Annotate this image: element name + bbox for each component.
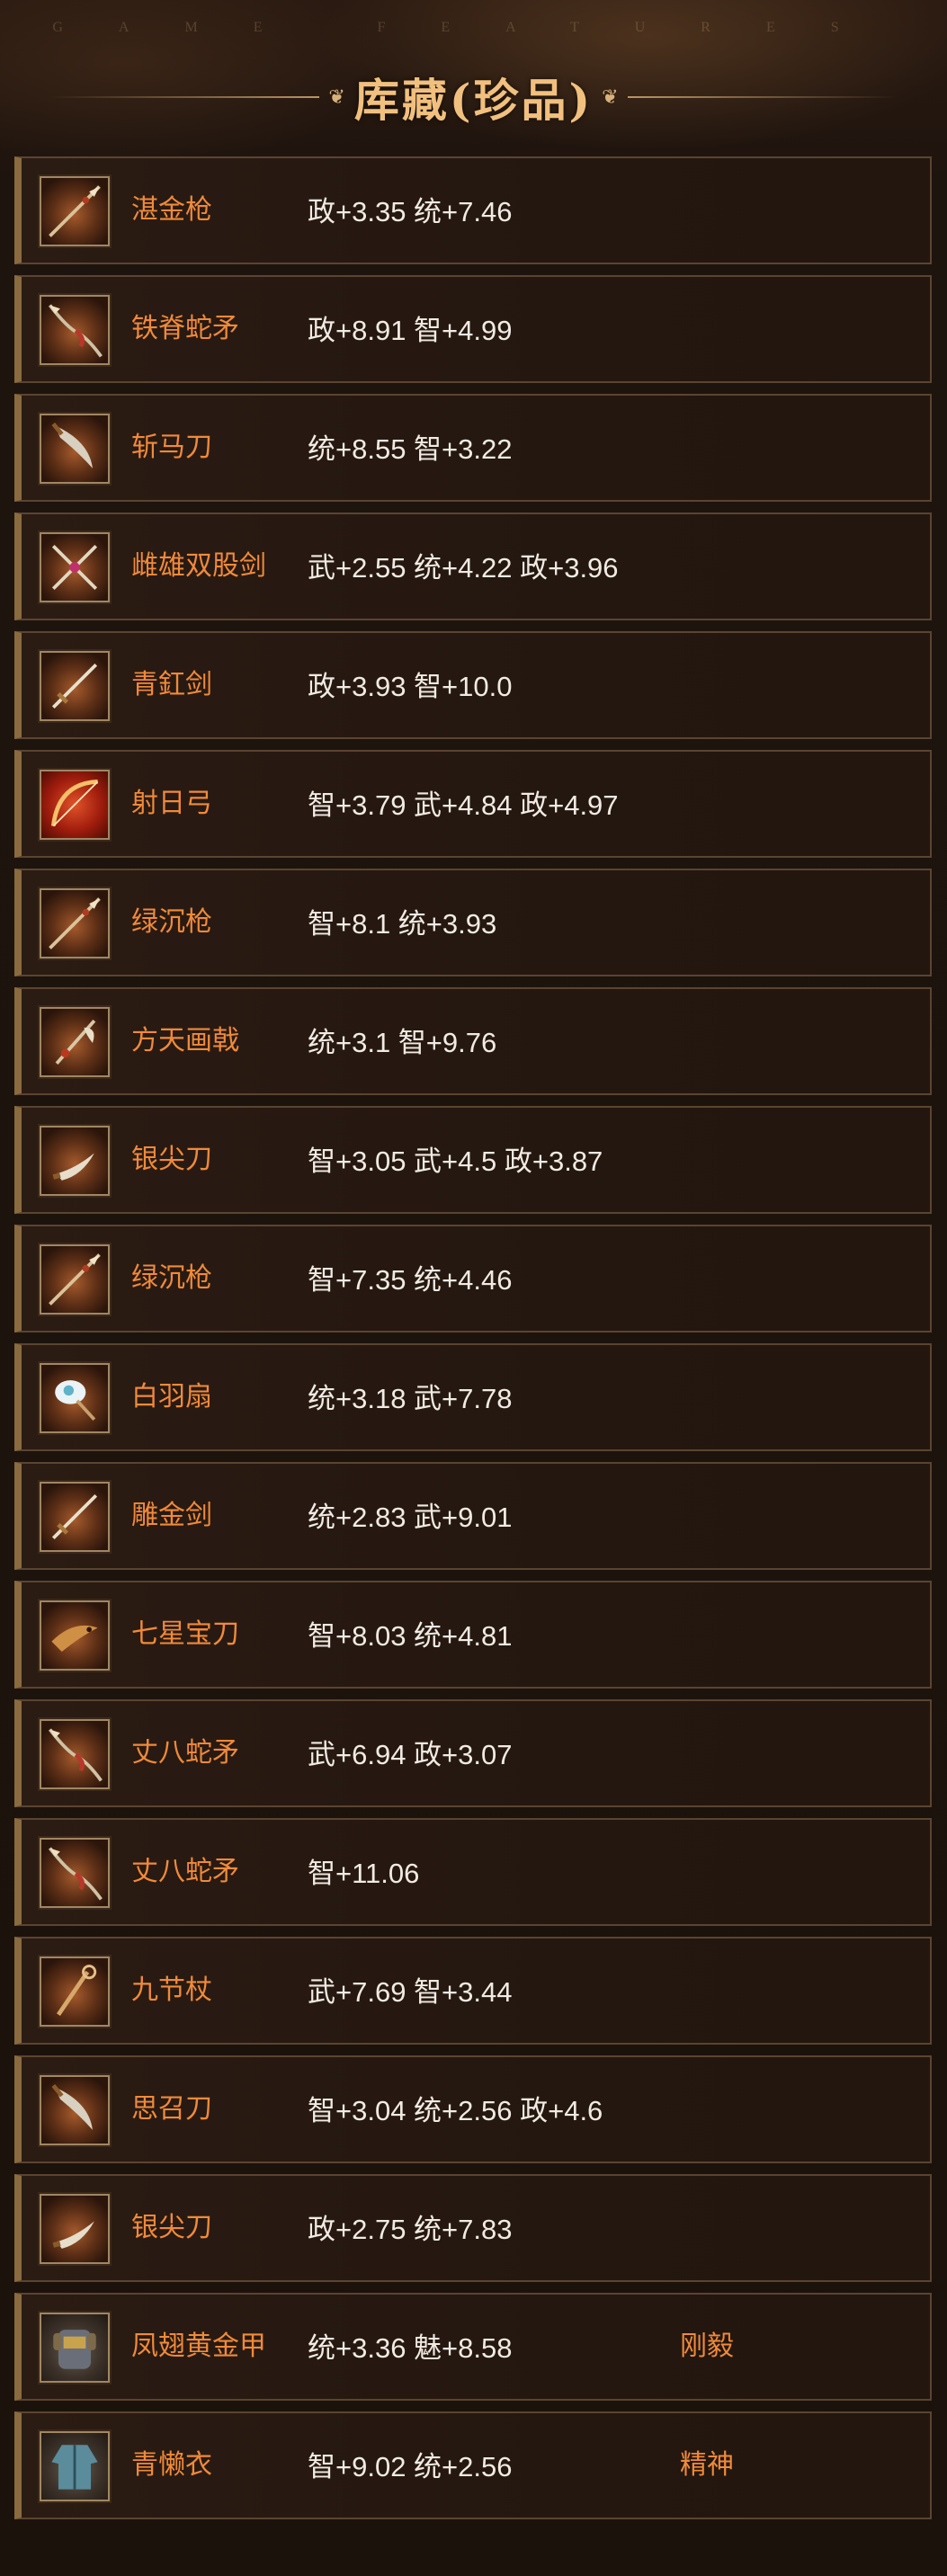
treasure-row[interactable]: 青懒衣 智+9.02 统+2.56 精神	[14, 2411, 932, 2519]
treasure-row[interactable]: 雌雄双股剑 武+2.55 统+4.22 政+3.96	[14, 513, 932, 620]
treasure-row[interactable]: 绿沉枪 智+7.35 统+4.46	[14, 1225, 932, 1333]
item-stats: 政+8.91 智+4.99	[308, 315, 513, 346]
item-name: 湛金枪	[131, 195, 212, 225]
spear-icon	[38, 1243, 112, 1316]
item-tag: 刚毅	[680, 2331, 734, 2361]
treasure-row[interactable]: 射日弓 智+3.79 武+4.84 政+4.97	[14, 750, 932, 858]
treasure-row[interactable]: 方天画戟 统+3.1 智+9.76	[14, 987, 932, 1095]
item-name: 射日弓	[131, 789, 212, 818]
sword-icon	[38, 649, 112, 723]
item-stats: 智+3.79 武+4.84 政+4.97	[308, 789, 619, 821]
page-header: GAME FEATURES ❦ 库藏(珍品) ❦	[0, 0, 947, 153]
treasure-row[interactable]: 白羽扇 统+3.18 武+7.78	[14, 1343, 932, 1451]
staff-icon	[38, 1955, 112, 2028]
blade-icon	[38, 2073, 112, 2147]
item-name: 雌雄双股剑	[131, 551, 266, 581]
spear-icon	[38, 174, 112, 248]
item-name: 银尖刀	[131, 1145, 212, 1174]
item-name: 绿沉枪	[131, 1263, 212, 1293]
item-name: 丈八蛇矛	[131, 1857, 239, 1886]
page-title: 库藏(珍品)	[353, 74, 594, 127]
treasure-row[interactable]: 银尖刀 智+3.05 武+4.5 政+3.87	[14, 1106, 932, 1214]
knife-icon	[38, 1124, 112, 1198]
item-stats: 智+11.06	[308, 1858, 420, 1889]
item-stats: 政+3.35 统+7.46	[308, 196, 513, 227]
treasure-row[interactable]: 斩马刀 统+8.55 智+3.22	[14, 394, 932, 502]
spear-icon	[38, 887, 112, 960]
item-name: 凤翅黄金甲	[131, 2331, 266, 2361]
knife-icon	[38, 2192, 112, 2266]
item-stats: 政+2.75 统+7.83	[308, 2214, 513, 2245]
treasure-row[interactable]: 思召刀 智+3.04 统+2.56 政+4.6	[14, 2055, 932, 2163]
halberd-icon	[38, 1005, 112, 1079]
item-stats: 智+3.05 武+4.5 政+3.87	[308, 1145, 603, 1177]
bow-icon	[38, 768, 112, 842]
ornament-right-icon: ❦	[602, 85, 619, 109]
snake-spear-icon	[38, 1717, 112, 1791]
item-tag: 精神	[680, 2450, 734, 2480]
ornament-left-icon: ❦	[328, 85, 345, 109]
treasure-row[interactable]: 雕金剑 统+2.83 武+9.01	[14, 1462, 932, 1570]
title-divider-left	[49, 96, 320, 98]
item-name: 九节杖	[131, 1975, 212, 2005]
item-name: 思召刀	[131, 2094, 212, 2124]
blade-icon	[38, 412, 112, 486]
item-name: 斩马刀	[131, 432, 212, 462]
treasure-row[interactable]: 丈八蛇矛 武+6.94 政+3.07	[14, 1699, 932, 1807]
item-name: 白羽扇	[131, 1382, 212, 1412]
item-name: 银尖刀	[131, 2213, 212, 2242]
item-name: 雕金剑	[131, 1501, 212, 1530]
snake-spear-icon	[38, 293, 112, 367]
item-name: 丈八蛇矛	[131, 1738, 239, 1768]
treasure-row[interactable]: 丈八蛇矛 智+11.06	[14, 1818, 932, 1926]
header-subtitle: GAME FEATURES	[52, 20, 895, 35]
robe-icon	[38, 2429, 112, 2503]
item-stats: 政+3.93 智+10.0	[308, 671, 513, 702]
twin-swords-icon	[38, 530, 112, 604]
treasure-row[interactable]: 九节杖 武+7.69 智+3.44	[14, 1937, 932, 2045]
item-stats: 武+6.94 政+3.07	[308, 1739, 513, 1770]
item-stats: 智+3.04 统+2.56 政+4.6	[308, 2095, 603, 2126]
item-name: 青懒衣	[131, 2450, 212, 2480]
treasure-row[interactable]: 凤翅黄金甲 统+3.36 魅+8.58 刚毅	[14, 2293, 932, 2401]
item-stats: 统+3.18 武+7.78	[308, 1383, 513, 1414]
item-stats: 智+9.02 统+2.56	[308, 2451, 513, 2482]
armor-icon	[38, 2311, 112, 2384]
feather-fan-icon	[38, 1361, 112, 1435]
item-name: 绿沉枪	[131, 907, 212, 937]
title-row: ❦ 库藏(珍品) ❦	[0, 61, 947, 133]
item-stats: 智+7.35 统+4.46	[308, 1264, 513, 1296]
title-divider-right	[627, 96, 898, 98]
item-name: 青釭剑	[131, 670, 212, 700]
dragon-blade-icon	[38, 1599, 112, 1672]
treasure-row[interactable]: 铁脊蛇矛 政+8.91 智+4.99	[14, 275, 932, 383]
item-stats: 智+8.1 统+3.93	[308, 908, 497, 940]
item-name: 铁脊蛇矛	[131, 314, 239, 343]
item-stats: 统+8.55 智+3.22	[308, 433, 513, 465]
treasure-row[interactable]: 绿沉枪 智+8.1 统+3.93	[14, 869, 932, 976]
item-stats: 武+7.69 智+3.44	[308, 1976, 513, 2008]
item-stats: 统+3.1 智+9.76	[308, 1027, 497, 1058]
treasure-row[interactable]: 湛金枪 政+3.35 统+7.46	[14, 156, 932, 264]
sword-icon	[38, 1480, 112, 1554]
item-stats: 智+8.03 统+4.81	[308, 1620, 513, 1652]
treasure-row[interactable]: 七星宝刀 智+8.03 统+4.81	[14, 1581, 932, 1689]
treasure-row[interactable]: 青釭剑 政+3.93 智+10.0	[14, 631, 932, 739]
item-stats: 统+3.36 魅+8.58	[308, 2332, 513, 2364]
item-name: 方天画戟	[131, 1026, 239, 1056]
item-name: 七星宝刀	[131, 1619, 239, 1649]
snake-spear-icon	[38, 1836, 112, 1910]
treasure-row[interactable]: 银尖刀 政+2.75 统+7.83	[14, 2174, 932, 2282]
item-stats: 统+2.83 武+9.01	[308, 1502, 513, 1533]
item-stats: 武+2.55 统+4.22 政+3.96	[308, 552, 619, 584]
